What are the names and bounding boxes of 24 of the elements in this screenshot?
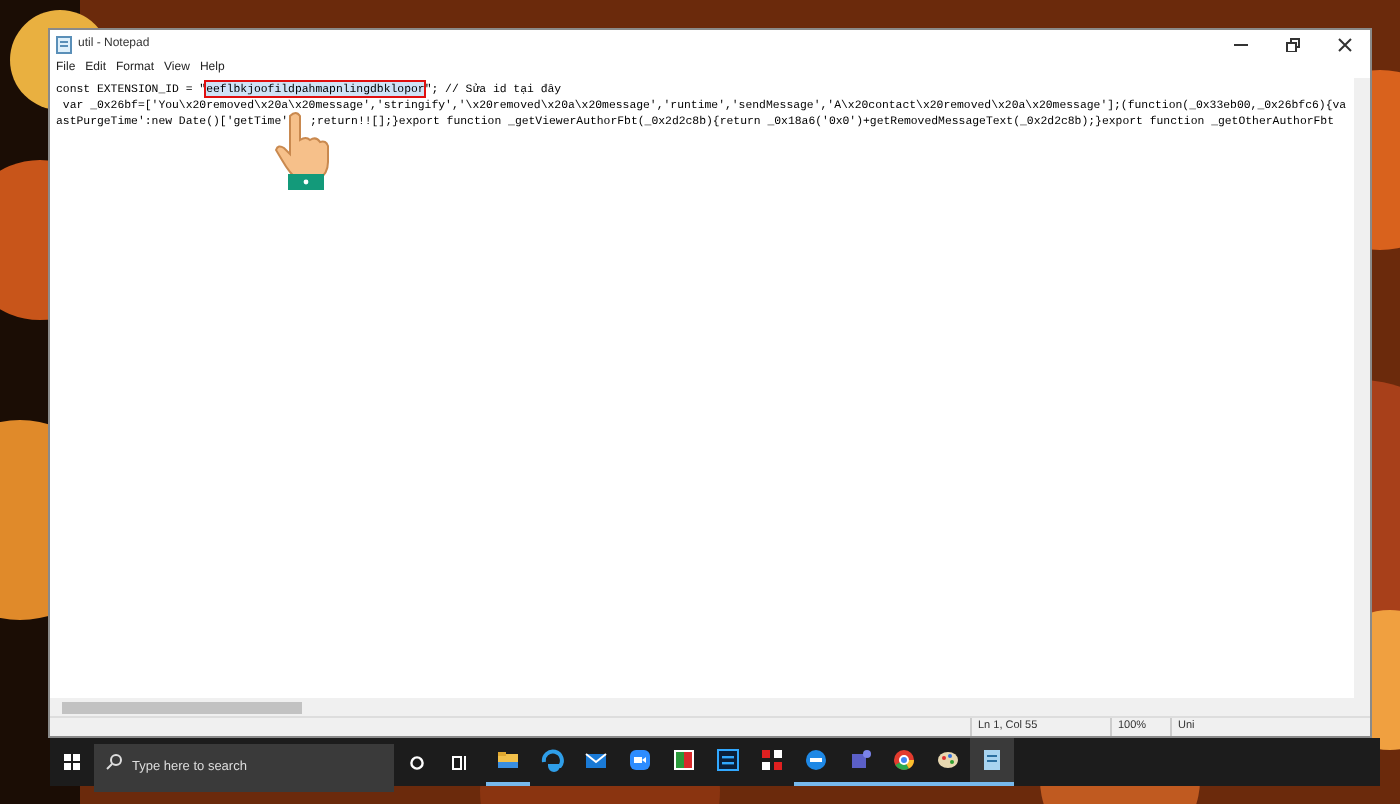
vertical-scrollbar[interactable] [1354, 78, 1370, 698]
mail-icon [584, 748, 608, 772]
palette-icon [936, 748, 960, 772]
horizontal-scrollbar[interactable] [50, 698, 1370, 716]
edge-icon [540, 748, 564, 772]
image-icon [672, 748, 696, 772]
restore-icon [1285, 37, 1299, 51]
windows-icon [64, 754, 80, 770]
notepad-icon [56, 35, 72, 53]
close-icon [1337, 37, 1351, 51]
search-icon [106, 754, 122, 770]
camera-icon [628, 748, 652, 772]
folder-icon [496, 748, 520, 772]
chrome-icon [892, 748, 916, 772]
taskbar-app-button[interactable] [970, 738, 1014, 786]
circle-icon [409, 755, 423, 769]
task-view-icon [452, 755, 468, 769]
grid-icon [760, 748, 784, 772]
teams-icon [848, 748, 872, 772]
minimize-icon [1233, 43, 1247, 45]
ps-icon [716, 748, 740, 772]
notepad-icon [980, 748, 1004, 772]
scrollbar-thumb[interactable] [62, 701, 302, 713]
chat-icon [804, 748, 828, 772]
